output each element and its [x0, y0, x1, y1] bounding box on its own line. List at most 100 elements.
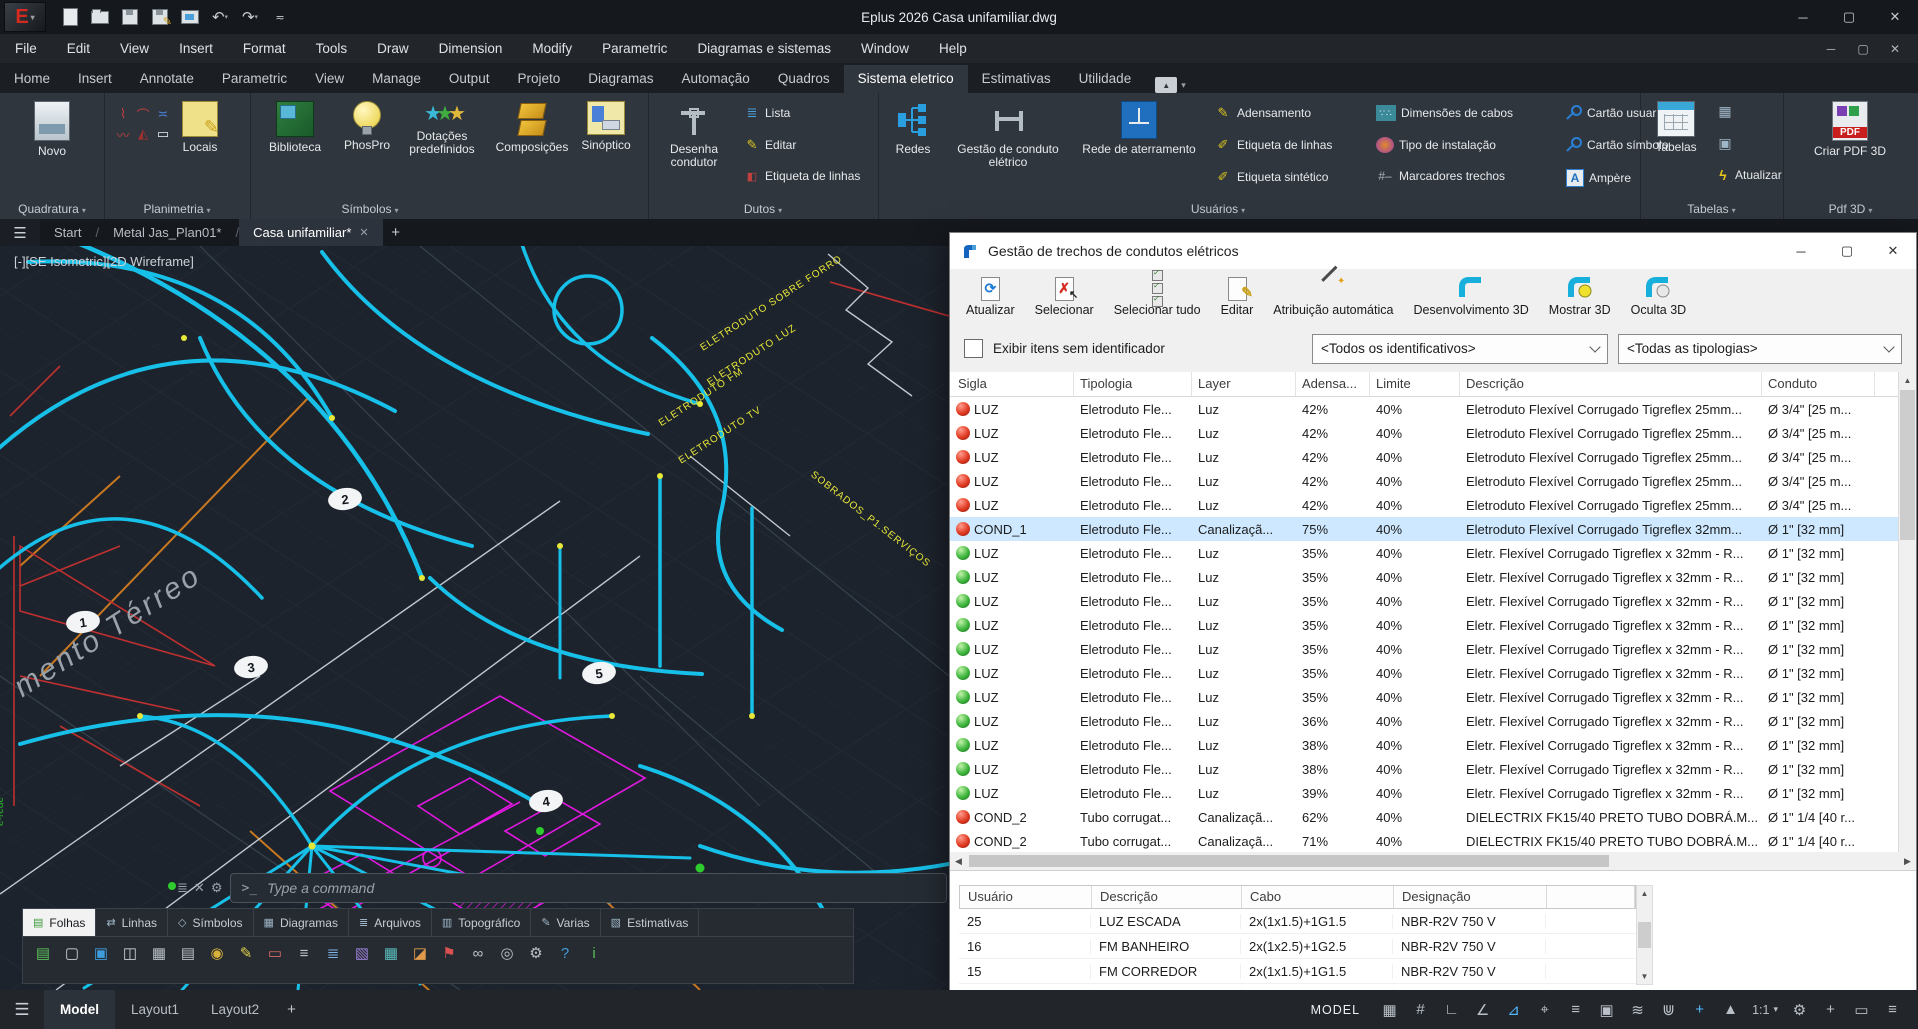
- snap-icon[interactable]: #: [1405, 997, 1436, 1023]
- group-label-planimetria[interactable]: Planimetria▾: [104, 202, 250, 216]
- menu-insert[interactable]: Insert: [164, 34, 228, 63]
- model-space-indicator[interactable]: MODEL: [1311, 1003, 1360, 1017]
- panel-tab-topogr-fico[interactable]: ▥Topográfico: [432, 909, 531, 936]
- hscroll-thumb[interactable]: [969, 855, 1609, 867]
- desenha-condutor-button[interactable]: Desenha condutor: [652, 101, 736, 169]
- hamburger-icon[interactable]: ≡: [1877, 997, 1908, 1023]
- scroll-up-icon[interactable]: ▲: [1641, 889, 1649, 898]
- criar-pdf-3d-button[interactable]: Criar PDF 3D: [1805, 101, 1895, 158]
- column-header-tipologia[interactable]: Tipologia: [1074, 372, 1192, 396]
- menu-diagramas-e-sistemas[interactable]: Diagramas e sistemas: [682, 34, 846, 63]
- circuit-row[interactable]: 15FM CORREDOR2x(1x1.5)+1G1.5NBR-R2V 750 …: [959, 959, 1636, 984]
- print-icon[interactable]: [180, 8, 200, 26]
- redo-icon[interactable]: ↷▾: [240, 8, 260, 26]
- selecionar-button[interactable]: ✗↖Selecionar: [1027, 273, 1102, 319]
- group-label-dutos[interactable]: Dutos▾: [648, 202, 878, 216]
- save-sheet-icon[interactable]: ▣: [91, 943, 111, 963]
- annotation-scale-icon[interactable]: ▲: [1715, 997, 1746, 1023]
- menu-parametric[interactable]: Parametric: [587, 34, 682, 63]
- locais-button[interactable]: Locais: [160, 101, 240, 154]
- gear-icon[interactable]: ⚙: [1784, 997, 1815, 1023]
- menu-tools[interactable]: Tools: [301, 34, 363, 63]
- table-vertical-scrollbar[interactable]: ▲: [1898, 372, 1916, 852]
- doc-tab-start[interactable]: Start: [40, 219, 95, 246]
- add-icon[interactable]: +: [1815, 997, 1846, 1023]
- new-file-icon[interactable]: [60, 8, 80, 26]
- group-label-quadratura[interactable]: Quadratura▾: [0, 202, 104, 216]
- arc-tool-icon[interactable]: ⌒: [134, 105, 152, 123]
- column-header-adensa[interactable]: Adensa...: [1296, 372, 1370, 396]
- ribbon-tab-utilidade[interactable]: Utilidade: [1065, 65, 1146, 93]
- grid-icon[interactable]: ▦: [1374, 997, 1405, 1023]
- sinoptico-button[interactable]: Sinóptico: [566, 101, 646, 152]
- menu-modify[interactable]: Modify: [517, 34, 587, 63]
- table-row[interactable]: COND_2Tubo corrugat...Canalizaçã...62%40…: [950, 805, 1899, 829]
- menu-dimension[interactable]: Dimension: [424, 34, 518, 63]
- panel-tab-folhas[interactable]: ▤Folhas: [23, 909, 96, 936]
- ribbon-tab-manage[interactable]: Manage: [358, 65, 435, 93]
- crosshair-icon[interactable]: +: [1684, 997, 1715, 1023]
- save-icon[interactable]: [120, 8, 140, 26]
- layout-tab-layout1[interactable]: Layout1: [115, 990, 195, 1029]
- close-tab-icon[interactable]: ✕: [359, 226, 368, 239]
- etiqueta-de-linhas-button[interactable]: ✐ Etiqueta de linhas: [1214, 137, 1332, 153]
- help-icon[interactable]: ?: [555, 943, 575, 963]
- viewport-controls[interactable]: [-][SE Isometric][2D Wireframe]: [14, 254, 194, 269]
- undo-icon[interactable]: ↶▾: [210, 8, 230, 26]
- ribbon-tab-estimativas[interactable]: Estimativas: [968, 65, 1065, 93]
- column-header-conduto[interactable]: Conduto: [1762, 372, 1875, 396]
- table-row[interactable]: LUZEletroduto Fle...Luz38%40%Eletr. Flex…: [950, 733, 1899, 757]
- panel-tab-linhas[interactable]: ⇄Linhas: [96, 909, 168, 936]
- typologies-dropdown[interactable]: <Todas as tipologias>: [1618, 334, 1902, 364]
- layout-menu-icon[interactable]: ☰: [0, 1000, 44, 1020]
- triangle-fill-icon[interactable]: ◭: [134, 125, 152, 143]
- ribbon-options-icon[interactable]: ▾: [1181, 80, 1186, 91]
- ribbon-tab-output[interactable]: Output: [435, 65, 504, 93]
- editar-linhas-button[interactable]: ✎ Editar: [744, 137, 796, 153]
- scroll-down-icon[interactable]: ▼: [1641, 972, 1649, 981]
- cmd-customize-icon[interactable]: ⚙: [211, 880, 223, 896]
- table-save-button[interactable]: ▣: [1716, 135, 1734, 152]
- ribbon-tab-projeto[interactable]: Projeto: [503, 65, 574, 93]
- table-row[interactable]: COND_2Tubo corrugat...Canalizaçã...71%40…: [950, 829, 1899, 853]
- transparency-icon[interactable]: ▣: [1591, 997, 1622, 1023]
- save-as-icon[interactable]: [150, 8, 170, 26]
- lineweight-icon[interactable]: ≡: [1560, 997, 1591, 1023]
- ribbon-tab-home[interactable]: Home: [0, 65, 64, 93]
- maximize-button[interactable]: ▢: [1826, 0, 1872, 34]
- open-file-icon[interactable]: [90, 8, 110, 26]
- adensamento-button[interactable]: ✎ Adensamento: [1214, 105, 1311, 121]
- dotacoes-button[interactable]: ★★★ Dotações predefinidos: [394, 101, 490, 156]
- search-icon[interactable]: ◎: [497, 943, 517, 963]
- print-sheet-icon[interactable]: ▦: [149, 943, 169, 963]
- tabelas-atualizar-button[interactable]: ϟ Atualizar: [1716, 167, 1782, 183]
- minimize-button[interactable]: ─: [1780, 0, 1826, 34]
- desenvolvimento-3d-button[interactable]: Desenvolvimento 3D: [1405, 273, 1536, 319]
- annotation-scale-control[interactable]: 1:1▾: [1746, 1003, 1784, 1017]
- scroll-thumb[interactable]: [1638, 922, 1651, 948]
- mostrar-3d-button[interactable]: Mostrar 3D: [1541, 273, 1619, 319]
- circuit-table-scrollbar[interactable]: ▲ ▼: [1636, 885, 1653, 985]
- table-row[interactable]: LUZEletroduto Fle...Luz39%40%Eletr. Flex…: [950, 781, 1899, 805]
- scroll-right-icon[interactable]: ▶: [1899, 856, 1916, 867]
- show-items-checkbox[interactable]: [964, 339, 983, 358]
- layout-tab-model[interactable]: Model: [44, 990, 115, 1029]
- layout-tab-layout2[interactable]: Layout2: [195, 990, 275, 1029]
- gear-icon[interactable]: ⚙: [526, 943, 546, 963]
- tabelas-button[interactable]: Tabelas: [1642, 101, 1710, 154]
- dimensoes-cabos-button[interactable]: ∵∴ Dimensões de cabos: [1376, 105, 1513, 121]
- table-row[interactable]: COND_1Eletroduto Fle...Canalizaçã...75%4…: [950, 517, 1899, 541]
- scroll-thumb[interactable]: [1900, 390, 1915, 540]
- new-drawing-tab-button[interactable]: +: [383, 219, 409, 246]
- gestao-conduto-button[interactable]: Gestão de conduto elétrico: [948, 101, 1068, 169]
- table-row[interactable]: LUZEletroduto Fle...Luz42%40%Eletroduto …: [950, 397, 1899, 421]
- new-sheet-icon[interactable]: ▤: [33, 943, 53, 963]
- selecionar-tudo-button[interactable]: Selecionar tudo: [1106, 273, 1209, 319]
- marcadores-trechos-button[interactable]: #‒ Marcadores trechos: [1376, 169, 1505, 183]
- table-row[interactable]: LUZEletroduto Fle...Luz35%40%Eletr. Flex…: [950, 661, 1899, 685]
- doc-restore-icon[interactable]: ▢: [1848, 42, 1878, 56]
- circuit-row[interactable]: 25LUZ ESCADA2x(1x1.5)+1G1.5NBR-R2V 750 V: [959, 909, 1636, 934]
- etiqueta-linhas-button[interactable]: ◧ Etiqueta de linhas: [744, 169, 860, 183]
- ribbon-tab-automa-o[interactable]: Automação: [668, 65, 764, 93]
- chart-icon[interactable]: ◪: [410, 943, 430, 963]
